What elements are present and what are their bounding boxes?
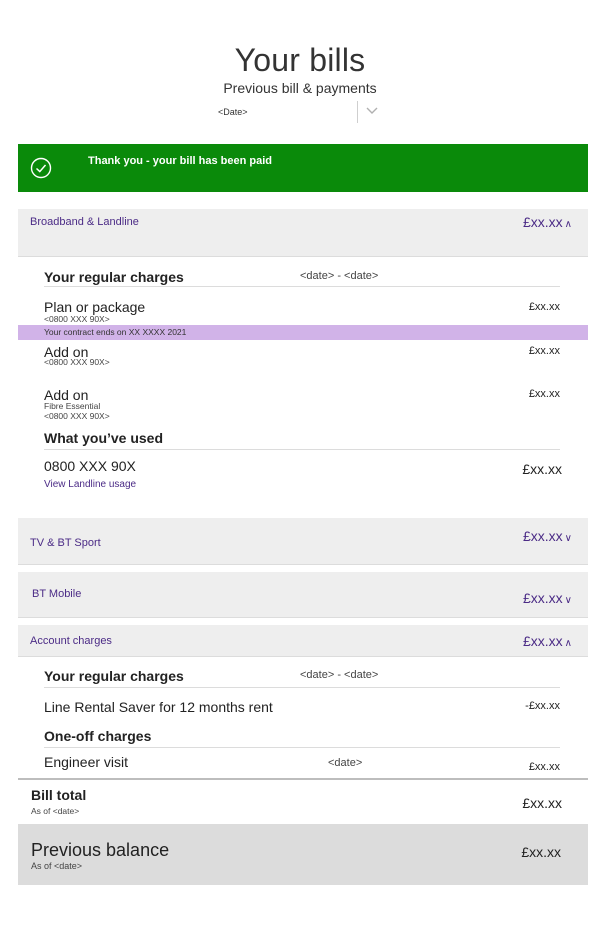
previous-balance-amount: £xx.xx [521,844,561,860]
chevron-down-icon[interactable]: ∨ [565,533,572,544]
one-off-charges-heading: One-off charges [44,728,152,744]
section-account-charges[interactable]: Account charges £xx.xx ∧ [18,625,588,657]
regular-charges-dates: <date> - <date> [300,669,379,681]
contract-end-text: Your contract ends on XX XXXX 2021 [44,327,187,337]
bill-date-select[interactable]: <Date> [196,100,382,124]
addon-detail: Fibre Essential [44,401,101,411]
regular-charges-heading: Your regular charges [44,269,184,285]
section-amount: £xx.xx ∧ [522,633,572,649]
section-label: Account charges [30,635,112,647]
plan-amount: £xx.xx [528,301,560,313]
addon-amount: £xx.xx [528,388,560,400]
payment-success-banner: Thank you - your bill has been paid [18,144,588,192]
chevron-down-icon[interactable] [366,107,378,115]
section-amount: £xx.xx ∧ [522,214,572,230]
bill-date-value: <Date> [218,107,248,117]
check-circle-icon [30,157,52,179]
previous-balance-row: Previous balance As of <date> £xx.xx [18,824,588,885]
landline-number: 0800 XXX 90X [44,458,136,474]
section-amount: £xx.xx ∨ [522,528,572,544]
section-amount: £xx.xx ∨ [522,590,572,606]
line-rental-amount: -£xx.xx [525,700,560,712]
bill-total-label: Bill total [31,787,87,803]
view-landline-usage-link[interactable]: View Landline usage [44,479,136,490]
section-bt-mobile[interactable]: BT Mobile £xx.xx ∨ [18,572,588,618]
divider [44,286,560,287]
line-rental-label: Line Rental Saver for 12 months rent [44,699,273,715]
chevron-down-icon[interactable]: ∨ [565,595,572,606]
engineer-visit-label: Engineer visit [44,754,129,770]
engineer-visit-amount: £xx.xx [528,761,560,773]
section-broadband-landline[interactable]: Broadband & Landline £xx.xx ∧ [18,209,588,257]
banner-message: Thank you - your bill has been paid [88,155,272,167]
chevron-up-icon[interactable]: ∧ [565,219,572,230]
section-label: TV & BT Sport [30,537,101,549]
usage-heading: What you’ve used [44,430,164,446]
bill-total-row: Bill total As of <date> £xx.xx [18,778,588,826]
bill-total-date: As of <date> [31,806,80,816]
contract-end-note: Your contract ends on XX XXXX 2021 [18,325,588,340]
page-subtitle: Previous bill & payments [223,80,377,96]
section-label: Broadband & Landline [30,216,139,228]
regular-charges-heading: Your regular charges [44,668,184,684]
previous-balance-label: Previous balance [31,840,170,860]
section-tv-bt-sport[interactable]: TV & BT Sport £xx.xx ∨ [18,518,588,565]
page-title: Your bills [234,42,366,78]
addon-amount: £xx.xx [528,345,560,357]
previous-balance-date: As of <date> [31,861,83,871]
engineer-visit-date: <date> [328,757,363,769]
divider [44,449,560,450]
plan-label: Plan or package [44,299,146,315]
bill-total-amount: £xx.xx [522,795,562,811]
select-divider [357,101,358,123]
divider [44,747,560,748]
plan-number: <0800 XXX 90X> [44,314,110,324]
section-label: BT Mobile [32,588,82,600]
chevron-up-icon[interactable]: ∧ [565,638,572,649]
divider [44,687,560,688]
usage-amount: £xx.xx [522,461,562,477]
addon-number: <0800 XXX 90X> [44,357,110,367]
regular-charges-dates: <date> - <date> [300,270,379,282]
addon-number: <0800 XXX 90X> [44,411,110,421]
